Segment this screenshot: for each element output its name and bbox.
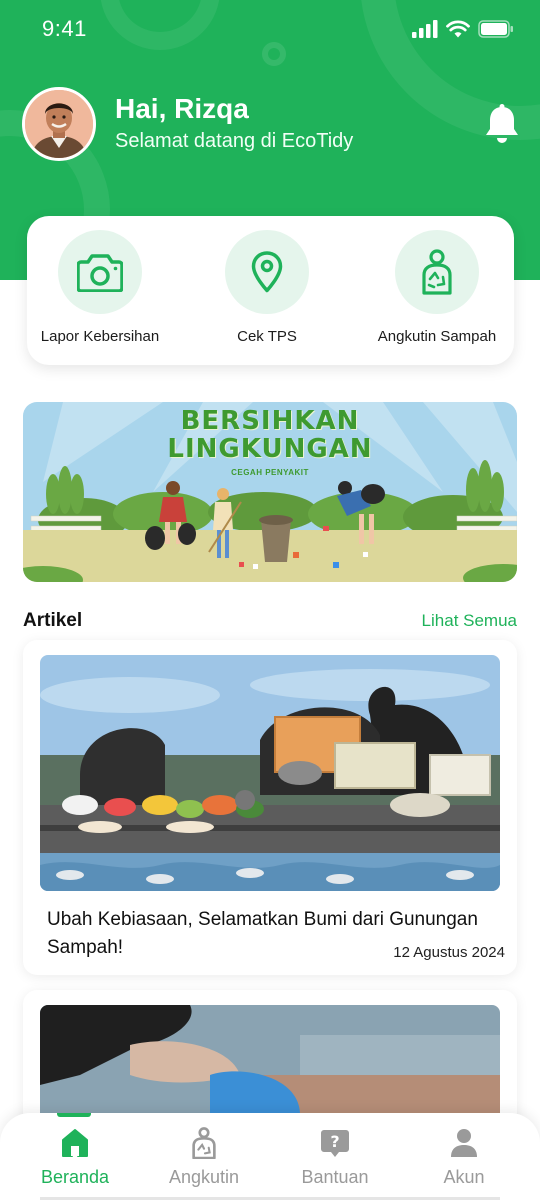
nav-item-bantuan[interactable]: ? Bantuan [269, 1113, 401, 1200]
quick-action-lapor-kebersihan[interactable]: Lapor Kebersihan [20, 230, 180, 345]
quick-action-circle [225, 230, 309, 314]
active-tab-indicator [57, 1113, 91, 1117]
quick-action-angkutin-sampah[interactable]: Angkutin Sampah [357, 230, 517, 345]
notification-bell-icon[interactable] [484, 104, 520, 144]
section-title-artikel: Artikel [23, 610, 83, 631]
quick-action-cek-tps[interactable]: Cek TPS [187, 230, 347, 345]
nav-label: Beranda [40, 1167, 110, 1187]
garbage-illustration [40, 655, 500, 891]
promo-banner[interactable]: BERSIHKAN LINGKUNGAN CEGAH PENYAKIT [23, 402, 517, 582]
help-bubble-icon: ? [321, 1130, 349, 1157]
banner-title-line1: BERSIHKAN [180, 406, 360, 436]
status-time: 9:41 [42, 16, 87, 41]
quick-actions-card: Lapor Kebersihan Cek TPS Angkutin Sampah [27, 216, 514, 365]
quick-action-circle [58, 230, 142, 314]
status-bar: 9:41 [0, 0, 540, 60]
article-date: 12 Agustus 2024 [393, 944, 505, 961]
user-icon [451, 1129, 477, 1157]
nav-item-angkutin[interactable]: Angkutin [138, 1113, 270, 1200]
nav-item-akun[interactable]: Akun [398, 1113, 530, 1200]
nav-label: Akun [443, 1167, 485, 1187]
article-image [40, 655, 500, 891]
article-card[interactable]: Ubah Kebiasaan, Selamatkan Bumi dari Gun… [23, 640, 517, 975]
banner-subtitle: CEGAH PENYAKIT [231, 468, 309, 477]
bottom-navigation: Beranda Angkutin ? Bantuan Akun [0, 1113, 540, 1200]
home-icon [62, 1129, 88, 1157]
avatar-photo [25, 90, 93, 158]
recycle-person-icon [422, 249, 452, 295]
quick-action-circle [395, 230, 479, 314]
banner-title-line2: LINGKUNGAN [167, 434, 373, 464]
welcome-text: Selamat datang di EcoTidy [115, 130, 354, 152]
quick-action-label: Cek TPS [237, 328, 297, 345]
quick-action-label: Angkutin Sampah [377, 328, 497, 345]
avatar[interactable] [22, 87, 96, 161]
quick-action-label: Lapor Kebersihan [40, 328, 160, 345]
recycle-person-icon [192, 1127, 216, 1159]
cellular-signal-icon [412, 20, 438, 38]
battery-icon [478, 20, 513, 38]
camera-icon [77, 254, 123, 292]
see-all-link[interactable]: Lihat Semua [422, 611, 517, 631]
status-icons [412, 20, 514, 38]
nav-label: Angkutin [168, 1167, 240, 1187]
svg-text:?: ? [330, 1132, 339, 1151]
wifi-icon [446, 20, 470, 38]
greeting-text: Hai, Rizqa [115, 93, 249, 124]
location-pin-icon [251, 251, 283, 293]
nav-label: Bantuan [301, 1167, 369, 1187]
nav-item-beranda[interactable]: Beranda [9, 1113, 141, 1200]
